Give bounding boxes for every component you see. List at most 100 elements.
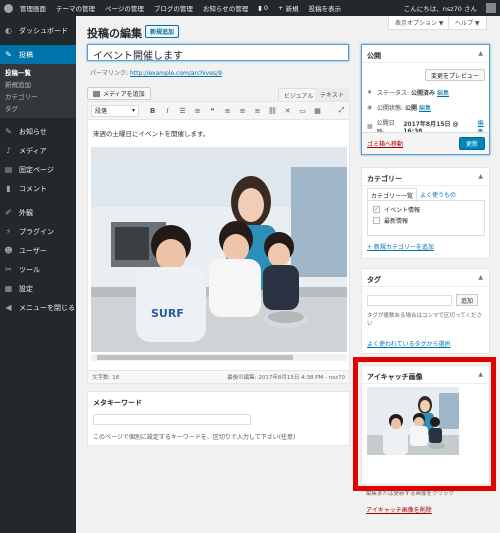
choose-popular-tags-link[interactable]: よく使われているタグから選択	[367, 339, 451, 348]
adminbar-comments[interactable]: ▮ 0	[253, 0, 273, 16]
status-label: ステータス:	[377, 90, 410, 97]
adminbar-new[interactable]: + 新規	[273, 0, 304, 16]
content-editor[interactable]: 段落 ▾ B I ☰ ≡ ❝ ≡ ≡ ≡ ⛓ ✕ ▭ ▦ ⤢ 来週の土曜日にイベン…	[87, 101, 350, 384]
post-image[interactable]: SURF	[91, 147, 347, 352]
checkbox[interactable]	[373, 217, 380, 224]
collapse-icon: ◀	[5, 303, 12, 312]
move-to-trash-link[interactable]: ゴミ箱へ移動	[367, 139, 403, 148]
permalink: パーマリンク: http://example.com/archives/9	[90, 68, 222, 77]
tab-visual[interactable]: ビジュアル	[278, 88, 320, 101]
sidebar-item-plugins[interactable]: ⚡ プラグイン	[0, 222, 76, 241]
wrench-icon: ✂	[5, 265, 12, 274]
sidebar-item-appearance[interactable]: ✐ 外観	[0, 203, 76, 222]
editor-statusbar: 文字数: 18 最後の編集: 2017年8月15日 4:38 PM - nsz7…	[88, 370, 349, 383]
sidebar-item-label: メディア	[19, 146, 47, 155]
list-item[interactable]: 最新情報	[373, 215, 479, 226]
meta-keyword-input[interactable]	[93, 414, 251, 425]
scrollbar-thumb[interactable]	[97, 355, 293, 360]
preview-changes-button[interactable]: 変更をプレビュー	[424, 69, 485, 81]
edit-status-link[interactable]: 編集	[437, 88, 449, 97]
submenu-categories[interactable]: カテゴリー	[0, 91, 76, 103]
list-item[interactable]: ✓ イベント情報	[373, 204, 479, 215]
page-icon: ▤	[4, 165, 13, 174]
update-button[interactable]: 更新	[458, 137, 485, 150]
sidebar-item-users[interactable]: ☻ ユーザー	[0, 241, 76, 260]
numbered-list-icon[interactable]: ≡	[190, 107, 205, 115]
more-tag-icon[interactable]: ▭	[295, 107, 310, 115]
adminbar-site[interactable]: 管理画面	[15, 0, 51, 16]
admin-bar: 管理画面 テーマの管理 ページの管理 ブログの管理 お知らせの管理 ▮ 0 + …	[0, 0, 500, 16]
horizontal-scrollbar[interactable]	[91, 354, 347, 361]
plus-icon: +	[278, 4, 286, 12]
tag-input[interactable]	[367, 295, 452, 306]
adminbar-blog[interactable]: ブログの管理	[149, 0, 198, 16]
sidebar-item-label: メニューを閉じる	[19, 303, 75, 312]
eye-icon: ◉	[367, 103, 373, 111]
wordpress-logo-icon[interactable]	[4, 3, 13, 13]
sidebar-item-pages[interactable]: ▤ 固定ページ	[0, 160, 76, 179]
media-icon: ♪	[5, 146, 12, 155]
meta-keyword-heading: メタキーワード	[93, 399, 142, 407]
submenu-all-posts[interactable]: 投稿一覧	[0, 67, 76, 79]
tags-heading-text: タグ	[367, 276, 381, 284]
kids-cooking-thumbnail	[367, 387, 459, 455]
add-new-button[interactable]: 新規追加	[145, 25, 180, 38]
editor-content-text[interactable]: 来週の土曜日にイベントを開催します。	[93, 128, 209, 138]
sidebar-item-settings[interactable]: ▦ 設定	[0, 279, 76, 298]
help-button[interactable]: ヘルプ ▼	[448, 16, 487, 30]
sidebar-item-comments[interactable]: ▮ コメント	[0, 179, 76, 198]
sidebar-item-posts[interactable]: ✎ 投稿	[0, 45, 76, 64]
toggle-icon[interactable]: ▲	[478, 50, 483, 57]
toggle-icon[interactable]: ▲	[478, 173, 483, 180]
chevron-down-icon: ▾	[131, 107, 135, 114]
unlink-icon[interactable]: ✕	[280, 107, 295, 115]
link-icon[interactable]: ⛓	[265, 107, 280, 115]
quote-icon[interactable]: ❝	[205, 107, 220, 115]
permalink-url[interactable]: http://example.com/archives/9	[130, 70, 222, 77]
add-tag-button[interactable]: 追加	[456, 294, 479, 306]
align-right-icon[interactable]: ≡	[250, 107, 265, 115]
toolbar-toggle-icon[interactable]: ▦	[310, 107, 325, 115]
featured-image-hint: 編集または更新する画像をクリック	[366, 491, 455, 497]
sidebar-item-dashboard[interactable]: ◐ ダッシュボード	[0, 21, 76, 40]
post-title-input[interactable]: イベント開催します	[87, 44, 349, 62]
sidebar-item-media[interactable]: ♪ メディア	[0, 141, 76, 160]
italic-icon[interactable]: I	[160, 107, 175, 115]
adminbar-themes[interactable]: テーマの管理	[51, 0, 100, 16]
edit-visibility-link[interactable]: 編集	[419, 103, 431, 112]
adminbar-greeting[interactable]: こんにちは、nsz70 さん	[399, 0, 482, 16]
bullet-list-icon[interactable]: ☰	[175, 107, 190, 115]
add-media-button[interactable]: メディアを追加	[87, 87, 151, 100]
featured-heading-text: アイキャッチ画像	[367, 373, 423, 381]
collapse-menu[interactable]: ◀ メニューを閉じる	[0, 298, 76, 317]
sidebar-item-news[interactable]: ✎ お知らせ	[0, 122, 76, 141]
sidebar-item-label: 投稿	[19, 50, 33, 59]
visibility-row: ◉ 公開状態: 公開 編集	[367, 103, 431, 112]
pin-icon: ✎	[5, 50, 12, 59]
visibility-label: 公開状態:	[377, 105, 404, 112]
align-left-icon[interactable]: ≡	[220, 107, 235, 115]
adminbar-news[interactable]: お知らせの管理	[198, 0, 253, 16]
sidebar-item-label: 外観	[19, 208, 33, 217]
avatar[interactable]	[486, 3, 496, 13]
format-select[interactable]: 段落 ▾	[91, 104, 139, 117]
visibility-value: 公開	[404, 105, 417, 112]
adminbar-view-post[interactable]: 投稿を表示	[304, 0, 347, 16]
toggle-icon[interactable]: ▲	[478, 371, 483, 378]
screen-options-button[interactable]: 表示オプション ▼	[388, 16, 451, 30]
toggle-icon[interactable]: ▲	[478, 274, 483, 281]
checkbox-checked[interactable]: ✓	[373, 206, 380, 213]
fullscreen-icon[interactable]: ⤢	[334, 106, 349, 115]
align-center-icon[interactable]: ≡	[235, 107, 250, 115]
bold-icon[interactable]: B	[145, 107, 160, 115]
tab-text[interactable]: テキスト	[315, 88, 349, 101]
add-new-category-link[interactable]: + 新規カテゴリーを追加	[367, 242, 434, 251]
featured-image-thumbnail[interactable]	[367, 387, 459, 455]
sidebar-item-tools[interactable]: ✂ ツール	[0, 260, 76, 279]
submenu-tags[interactable]: タグ	[0, 103, 76, 115]
editor-toolbar: 段落 ▾ B I ☰ ≡ ❝ ≡ ≡ ≡ ⛓ ✕ ▭ ▦ ⤢	[88, 102, 349, 120]
adminbar-pages[interactable]: ページの管理	[100, 0, 149, 16]
remove-featured-image-link[interactable]: アイキャッチ画像を削除	[366, 505, 432, 514]
posts-submenu: 投稿一覧 新規追加 カテゴリー タグ	[0, 64, 76, 118]
submenu-add-new[interactable]: 新規追加	[0, 79, 76, 91]
